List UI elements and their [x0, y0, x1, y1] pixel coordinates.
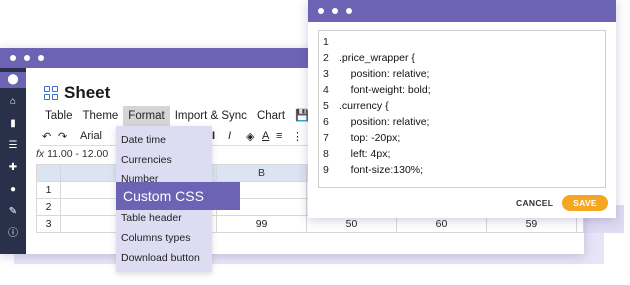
home-icon[interactable]: ⌂	[7, 96, 19, 108]
code-line: 3 position: relative;	[323, 68, 430, 80]
plugin-icon[interactable]: ✚	[7, 162, 19, 174]
row-number: 2	[36, 198, 61, 216]
corner-cell	[36, 164, 61, 182]
formula-value: 11.00 - 12.00	[47, 148, 109, 160]
row-number: 1	[36, 181, 61, 199]
sheet-header: Sheet	[44, 83, 110, 103]
app-sidebar: ⬤ ⌂ ▮ ☰ ✚ ● ✎ ⓘ	[0, 68, 26, 254]
table-cell[interactable]: 50	[306, 215, 397, 233]
menu-item-table-header[interactable]: Table header	[121, 212, 182, 224]
more-icon[interactable]: ⋮	[292, 130, 303, 143]
row-number: 3	[36, 215, 61, 233]
bold-icon[interactable]: I	[212, 130, 215, 142]
window-dot	[332, 8, 338, 14]
list-icon[interactable]: ☰	[7, 140, 19, 152]
menu-item-currencies[interactable]: Currencies	[121, 154, 172, 166]
code-line: 9 font-size:130%;	[323, 164, 424, 176]
redo-icon[interactable]: ↷	[58, 130, 67, 143]
menu-item-download-button[interactable]: Download button	[121, 252, 200, 264]
menu-theme[interactable]: Theme	[78, 106, 124, 126]
italic-icon[interactable]: I	[228, 130, 231, 142]
window-dot	[318, 8, 324, 14]
table-cell[interactable]: 60	[395, 215, 487, 233]
fill-color-icon[interactable]: ◈	[246, 130, 254, 143]
undo-icon[interactable]: ↶	[42, 130, 51, 143]
info-icon[interactable]: ⓘ	[7, 228, 19, 240]
table-cell[interactable]	[575, 215, 585, 233]
menu-bar: Table Theme Format Import & Sync Chart 💾…	[40, 106, 336, 126]
align-icon[interactable]: ≡	[276, 130, 282, 142]
formula-bar[interactable]: fx 11.00 - 12.00	[36, 148, 108, 160]
css-code-editor[interactable]: 1 2 .price_wrapper { 3 position: relative…	[318, 30, 606, 188]
users-icon[interactable]: ●	[7, 184, 19, 196]
menu-chart[interactable]: Chart	[252, 106, 290, 126]
code-line: 6 position: relative;	[323, 116, 430, 128]
menu-table[interactable]: Table	[40, 106, 78, 126]
wrench-icon[interactable]: ✎	[7, 206, 19, 218]
window-dot	[24, 55, 30, 61]
window-dot	[38, 55, 44, 61]
menu-item-date-time[interactable]: Date time	[121, 134, 166, 146]
save-button[interactable]: SAVE	[562, 195, 608, 211]
code-line: 1	[323, 36, 329, 48]
editor-titlebar	[308, 0, 616, 22]
code-line: 4 font-weight: bold;	[323, 84, 431, 96]
table-cell[interactable]: 59	[485, 215, 577, 233]
document-icon[interactable]: ▮	[7, 118, 19, 130]
column-header[interactable]: B	[216, 164, 308, 182]
font-select[interactable]: Arial	[80, 130, 102, 142]
window-dot	[346, 8, 352, 14]
page-title: Sheet	[64, 83, 111, 102]
text-color-icon[interactable]: A	[262, 130, 269, 142]
menu-item-columns-types[interactable]: Columns types	[121, 232, 190, 244]
window-dot	[10, 55, 16, 61]
cancel-button[interactable]: CANCEL	[516, 198, 553, 208]
code-line: 7 top: -20px;	[323, 132, 401, 144]
fx-icon: fx	[36, 148, 45, 160]
menu-import-sync[interactable]: Import & Sync	[170, 106, 252, 126]
menu-item-custom-css[interactable]: Custom CSS	[116, 182, 240, 210]
code-line: 5 .currency {	[323, 100, 389, 112]
menu-format[interactable]: Format	[123, 106, 170, 126]
code-line: 2 .price_wrapper {	[323, 52, 415, 64]
css-editor-window: 1 2 .price_wrapper { 3 position: relative…	[308, 0, 616, 218]
toggle-icon[interactable]: ⬤	[0, 72, 26, 88]
grid-icon	[44, 86, 58, 100]
code-line: 8 left: 4px;	[323, 148, 391, 160]
table-cell[interactable]: 99	[216, 215, 308, 233]
